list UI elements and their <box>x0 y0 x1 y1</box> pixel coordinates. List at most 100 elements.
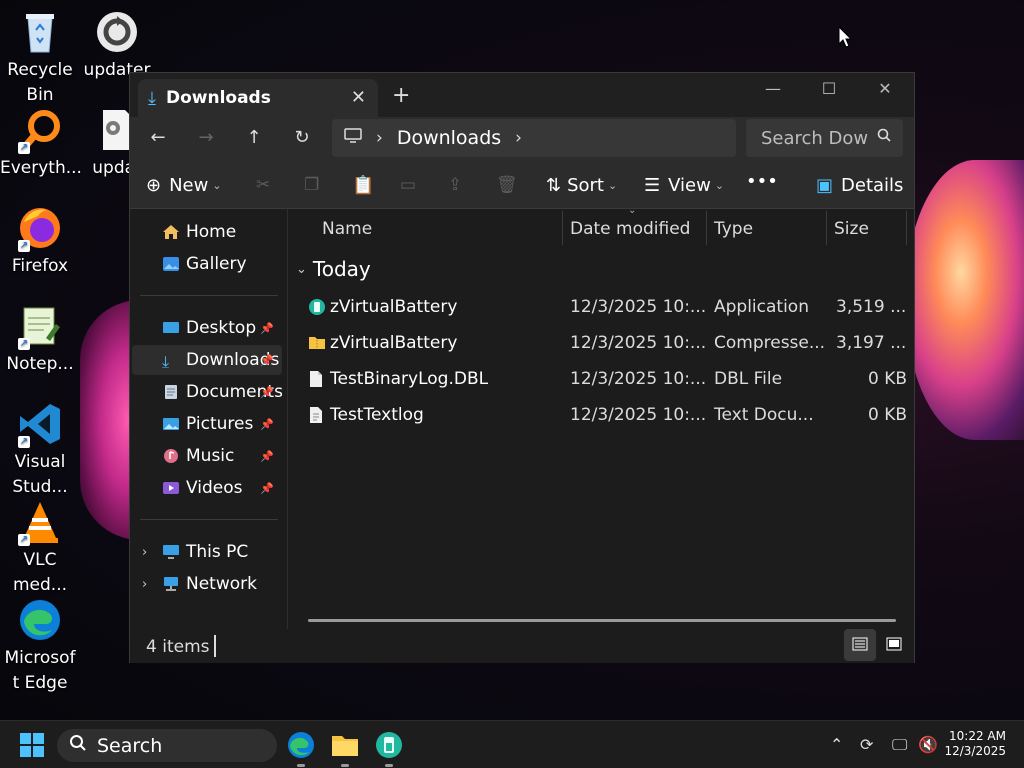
column-divider[interactable] <box>906 211 907 245</box>
share-icon[interactable]: ⇪ <box>448 175 462 195</box>
desktop-icon-label: Visual Stud... <box>12 452 68 497</box>
refresh-button[interactable]: ↻ <box>288 127 316 148</box>
back-button[interactable]: ← <box>144 127 172 148</box>
desktop-icon-everything[interactable]: ↗ Everyth... <box>0 106 82 181</box>
volume-muted-icon[interactable]: 🔇 <box>918 735 938 754</box>
desktop-icon-vlc[interactable]: ↗ VLC med... <box>0 498 80 598</box>
delete-icon[interactable]: 🗑 <box>496 175 518 195</box>
file-row[interactable]: zVirtualBattery 12/3/2025 10:... Applica… <box>290 291 910 325</box>
tiles-view-button[interactable] <box>878 629 910 661</box>
desktop-icon-label: VLC med... <box>12 550 68 595</box>
desktop-folder-icon <box>162 320 180 336</box>
gallery-icon <box>162 256 180 272</box>
desktop-icon-edge[interactable]: Microsof t Edge <box>0 596 80 696</box>
taskbar-edge[interactable] <box>285 729 317 767</box>
copy-icon[interactable]: ❐ <box>304 175 319 195</box>
pin-icon: 📌 <box>260 385 274 399</box>
file-size: 3,197 ... <box>836 333 907 353</box>
cut-icon[interactable]: ✂ <box>256 175 270 195</box>
desktop-icon-vscode[interactable]: ↗ Visual Stud... <box>0 400 80 500</box>
sidebar-item-label: Gallery <box>186 254 247 274</box>
chevron-right-icon[interactable]: › <box>142 545 147 560</box>
address-bar[interactable]: › Downloads › <box>332 119 736 157</box>
search-box[interactable]: Search Dow <box>746 119 903 157</box>
rename-icon[interactable]: ▭ <box>400 175 416 195</box>
taskbar-file-explorer[interactable] <box>329 729 361 767</box>
desktop-icon-firefox[interactable]: ↗ Firefox <box>0 204 80 279</box>
network-icon <box>162 576 180 592</box>
sidebar-item-this-pc[interactable]: › This PC <box>132 537 282 567</box>
column-header-type[interactable]: Type <box>714 219 753 239</box>
desktop-icon-notepad[interactable]: ↗ Notep... <box>0 302 80 377</box>
chevron-right-icon[interactable]: › <box>142 577 147 592</box>
details-view-icon <box>852 636 868 655</box>
horizontal-scrollbar[interactable] <box>308 619 896 622</box>
details-pane-button[interactable]: ▣ Details <box>816 175 903 196</box>
tab-downloads[interactable]: ⤓ Downloads ✕ <box>138 79 378 117</box>
file-type: Application <box>714 297 809 317</box>
file-size: 0 KB <box>868 369 908 389</box>
file-size: 0 KB <box>868 405 908 425</box>
column-header-date-modified[interactable]: Date modified <box>570 219 690 239</box>
taskbar-search[interactable]: Search <box>57 729 277 762</box>
chevron-down-icon: ⌄ <box>212 179 222 192</box>
downloads-folder-icon: ⤓ <box>162 352 170 371</box>
file-row[interactable]: TestTextlog 12/3/2025 10:... Text Docu..… <box>290 399 910 433</box>
taskbar-virtual-battery[interactable] <box>373 729 405 767</box>
command-bar: ⊕ New ⌄ ✂ ❐ 📋 ▭ ⇪ 🗑 ⇅ Sort ⌄ ☰ View ⌄ ••… <box>130 165 914 209</box>
close-button[interactable]: ✕ <box>862 79 908 98</box>
details-view-button[interactable] <box>844 629 876 661</box>
network-status-icon[interactable]: 🖵 <box>892 735 907 755</box>
more-options-button[interactable]: ••• <box>746 171 778 192</box>
minimize-button[interactable]: — <box>750 79 796 98</box>
column-divider[interactable] <box>826 211 827 245</box>
sidebar-divider <box>140 295 278 296</box>
chevron-up-icon[interactable]: ⌃ <box>830 735 843 754</box>
sidebar-item-pictures[interactable]: Pictures 📌 <box>132 409 282 439</box>
sidebar-item-home[interactable]: Home <box>132 217 282 247</box>
sidebar-item-gallery[interactable]: Gallery <box>132 249 282 279</box>
sidebar-item-network[interactable]: › Network <box>132 569 282 599</box>
taskbar-search-label: Search <box>97 734 163 757</box>
pin-icon: 📌 <box>260 353 274 367</box>
desktop-icon-recycle-bin[interactable]: Recycle Bin <box>0 8 80 108</box>
up-button[interactable]: ↑ <box>240 127 268 148</box>
column-divider[interactable] <box>562 211 563 245</box>
column-header-name[interactable]: Name <box>322 219 372 239</box>
paste-icon[interactable]: 📋 <box>352 175 374 196</box>
shortcut-arrow-icon: ↗ <box>18 534 30 546</box>
sidebar-item-documents[interactable]: Documents 📌 <box>132 377 282 407</box>
clock[interactable]: 10:22 AM 12/3/2025 <box>944 729 1006 759</box>
desktop-icon-label: Firefox <box>11 256 69 276</box>
sidebar-item-music[interactable]: Music 📌 <box>132 441 282 471</box>
details-pane-icon: ▣ <box>816 175 834 196</box>
home-icon <box>162 224 180 240</box>
breadcrumb-downloads[interactable]: Downloads <box>397 127 501 149</box>
download-icon: ⤓ <box>148 87 156 109</box>
title-bar: ⤓ Downloads ✕ + — ☐ ✕ <box>130 73 914 117</box>
group-header-today[interactable]: ⌄ Today <box>296 257 371 281</box>
tab-close-icon[interactable]: ✕ <box>351 87 366 108</box>
column-header-size[interactable]: Size <box>834 219 869 239</box>
maximize-button[interactable]: ☐ <box>806 79 852 98</box>
new-button[interactable]: ⊕ New ⌄ <box>146 175 222 196</box>
sidebar-item-downloads[interactable]: ⤓ Downloads 📌 <box>132 345 282 375</box>
file-row[interactable]: zVirtualBattery 12/3/2025 10:... Compres… <box>290 327 910 361</box>
sync-icon[interactable]: ⟳ <box>860 735 873 754</box>
documents-folder-icon <box>162 384 180 400</box>
new-tab-button[interactable]: + <box>392 83 410 108</box>
folder-icon <box>332 736 358 756</box>
sidebar-item-desktop[interactable]: Desktop 📌 <box>132 313 282 343</box>
file-type: DBL File <box>714 369 783 389</box>
view-button[interactable]: ☰ View ⌄ <box>644 175 724 196</box>
sort-button[interactable]: ⇅ Sort ⌄ <box>546 175 617 196</box>
sidebar-item-videos[interactable]: Videos 📌 <box>132 473 282 503</box>
forward-button[interactable]: → <box>192 127 220 148</box>
start-button[interactable] <box>20 733 44 761</box>
file-row[interactable]: TestBinaryLog.DBL 12/3/2025 10:... DBL F… <box>290 363 910 397</box>
sidebar-item-label: This PC <box>186 542 249 562</box>
chevron-down-icon: ⌄ <box>608 179 618 192</box>
column-divider[interactable] <box>706 211 707 245</box>
chevron-right-icon[interactable]: › <box>515 128 522 148</box>
edge-icon <box>288 732 314 758</box>
